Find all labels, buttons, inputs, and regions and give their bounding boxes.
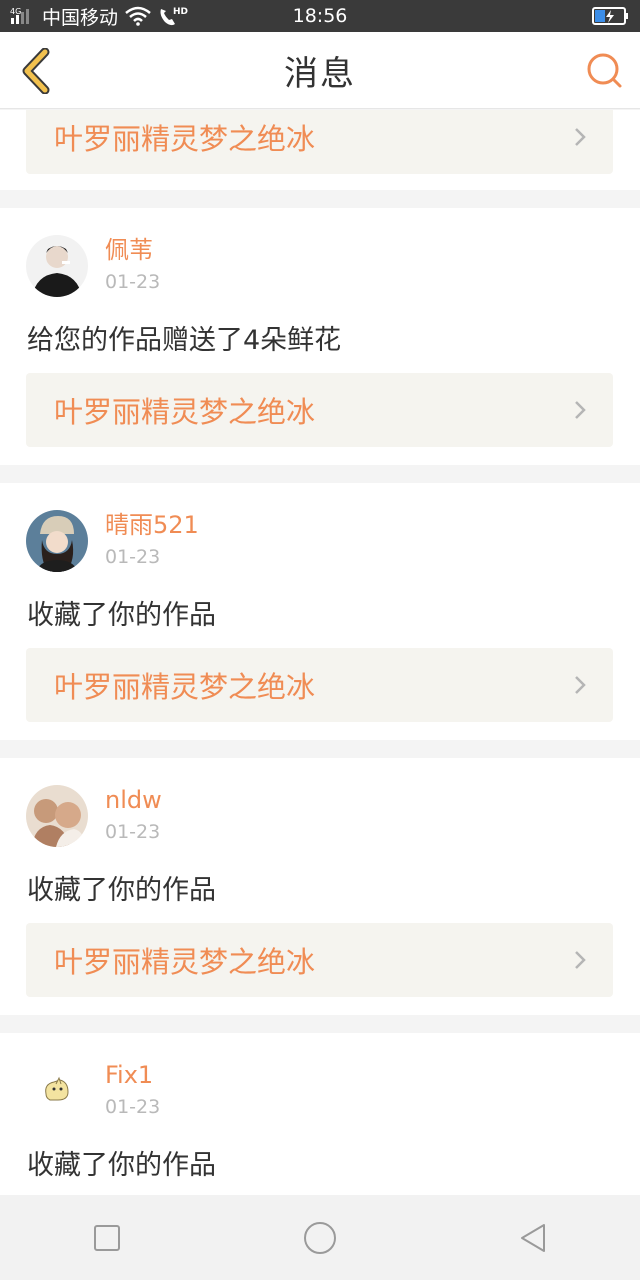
user-avatar-image	[26, 510, 88, 572]
message-card: 佩苇 01-23 给您的作品赠送了4朵鲜花 叶罗丽精灵梦之绝冰	[0, 208, 640, 465]
message-date: 01-23	[105, 821, 161, 843]
work-link[interactable]: 叶罗丽精灵梦之绝冰	[26, 373, 613, 447]
user-name[interactable]: Fix1	[105, 1060, 160, 1090]
message-list[interactable]: 叶罗丽精灵梦之绝冰 佩苇 01-23 给您的作品赠送了4朵鲜花 叶罗丽精灵梦之绝…	[0, 110, 640, 1195]
work-title: 叶罗丽精灵梦之绝冰	[54, 122, 316, 156]
work-link[interactable]: 叶罗丽精灵梦之绝冰	[26, 110, 613, 174]
chevron-right-icon	[575, 128, 586, 146]
app-header: 消息	[0, 32, 640, 109]
back-button[interactable]	[14, 46, 58, 96]
user-name[interactable]: 晴雨521	[105, 510, 199, 540]
user-row[interactable]: 晴雨521 01-23	[26, 509, 199, 573]
work-title: 叶罗丽精灵梦之绝冰	[54, 670, 316, 704]
back-arrow-icon	[22, 48, 50, 94]
square-icon	[93, 1224, 120, 1251]
work-link[interactable]: 叶罗丽精灵梦之绝冰	[26, 648, 613, 722]
message-date: 01-23	[105, 271, 161, 293]
user-name[interactable]: 佩苇	[105, 235, 160, 265]
user-meta: Fix1 01-23	[105, 1060, 160, 1122]
recent-apps-button[interactable]	[77, 1208, 137, 1268]
user-meta: 佩苇 01-23	[105, 235, 160, 297]
user-row[interactable]: nldw 01-23	[26, 784, 162, 848]
chevron-right-icon	[575, 676, 586, 694]
app-root: 4G 中国移动 HD 18:56 消息 叶罗丽精灵梦之绝冰 佩苇 01-23 给…	[0, 0, 640, 1280]
message-date: 01-23	[105, 546, 161, 568]
message-action: 收藏了你的作品	[27, 875, 216, 906]
avatar[interactable]	[26, 785, 88, 847]
user-avatar-image	[26, 235, 88, 297]
message-card: Fix1 01-23 收藏了你的作品	[0, 1033, 640, 1195]
message-action: 给您的作品赠送了4朵鲜花	[27, 325, 342, 356]
circle-icon	[303, 1221, 336, 1254]
search-button[interactable]	[582, 48, 626, 92]
chevron-right-icon	[575, 951, 586, 969]
avatar[interactable]	[26, 235, 88, 297]
avatar[interactable]	[26, 1060, 88, 1122]
chevron-right-icon	[575, 401, 586, 419]
triangle-back-icon	[521, 1223, 546, 1252]
user-row[interactable]: 佩苇 01-23	[26, 234, 160, 298]
message-date: 01-23	[105, 1096, 161, 1118]
work-title: 叶罗丽精灵梦之绝冰	[54, 395, 316, 429]
message-card: 晴雨521 01-23 收藏了你的作品 叶罗丽精灵梦之绝冰	[0, 483, 640, 740]
user-meta: 晴雨521 01-23	[105, 510, 199, 572]
home-button[interactable]	[290, 1208, 350, 1268]
nav-back-button[interactable]	[503, 1208, 563, 1268]
user-row[interactable]: Fix1 01-23	[26, 1059, 160, 1123]
user-meta: nldw 01-23	[105, 785, 162, 847]
search-icon	[587, 53, 622, 88]
message-action: 收藏了你的作品	[27, 1150, 216, 1181]
status-bar: 4G 中国移动 HD 18:56	[0, 0, 640, 32]
user-name[interactable]: nldw	[105, 785, 162, 815]
message-action: 收藏了你的作品	[27, 600, 216, 631]
user-avatar-image	[26, 785, 88, 847]
work-link[interactable]: 叶罗丽精灵梦之绝冰	[26, 923, 613, 997]
user-avatar-image	[26, 1060, 88, 1122]
message-card: 叶罗丽精灵梦之绝冰	[0, 110, 640, 190]
work-title: 叶罗丽精灵梦之绝冰	[54, 945, 316, 979]
message-card: nldw 01-23 收藏了你的作品 叶罗丽精灵梦之绝冰	[0, 758, 640, 1015]
page-title: 消息	[284, 53, 356, 94]
avatar[interactable]	[26, 510, 88, 572]
status-time: 18:56	[292, 5, 348, 27]
system-nav-bar	[0, 1195, 640, 1280]
